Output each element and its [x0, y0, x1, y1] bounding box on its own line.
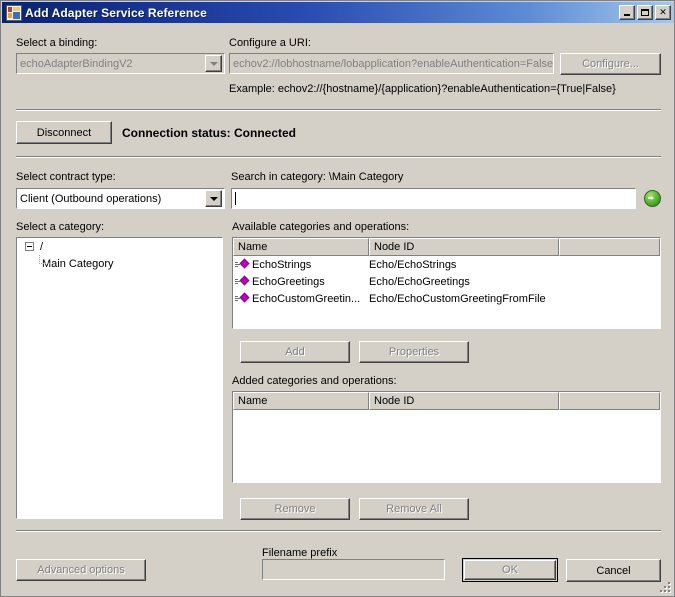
table-row[interactable]: EchoStrings Echo/EchoStrings: [233, 256, 660, 273]
added-label: Added categories and operations:: [232, 375, 397, 387]
column-header-extra[interactable]: [559, 392, 660, 410]
available-label: Available categories and operations:: [232, 221, 410, 233]
binding-label: Select a binding:: [16, 37, 98, 49]
title-bar[interactable]: Add Adapter Service Reference ✕: [2, 2, 674, 23]
column-header-name[interactable]: Name: [233, 392, 369, 410]
window-controls: ✕: [619, 5, 673, 20]
filename-prefix-label: Filename prefix: [262, 547, 338, 559]
tree-node-root[interactable]: /: [17, 238, 222, 255]
advanced-options-button[interactable]: Advanced options: [16, 559, 146, 581]
contract-type-value: Client (Outbound operations): [20, 192, 162, 205]
close-button[interactable]: ✕: [655, 5, 671, 20]
contract-type-combo[interactable]: Client (Outbound operations): [16, 188, 225, 209]
minimize-button[interactable]: [619, 5, 635, 20]
cell-name: EchoGreetings: [233, 275, 369, 289]
filename-prefix-input[interactable]: [262, 559, 445, 580]
cell-name-text: EchoCustomGreetin...: [252, 292, 361, 305]
resize-grip[interactable]: [659, 581, 672, 594]
configure-button[interactable]: Configure...: [560, 53, 661, 75]
disconnect-button[interactable]: Disconnect: [16, 121, 112, 144]
remove-button[interactable]: Remove: [240, 498, 350, 520]
operation-icon: [235, 258, 251, 272]
separator-connection: [16, 156, 661, 158]
text-caret: [235, 192, 236, 205]
available-listview[interactable]: Name Node ID EchoStrings Echo/EchoString…: [232, 237, 661, 329]
window-title: Add Adapter Service Reference: [25, 5, 207, 20]
green-arrow-go-icon[interactable]: [644, 190, 661, 207]
added-listview[interactable]: Name Node ID: [232, 391, 661, 483]
binding-combo-value: echoAdapterBindingV2: [20, 57, 133, 70]
cell-name-text: EchoGreetings: [252, 275, 325, 288]
binding-combo[interactable]: echoAdapterBindingV2: [16, 53, 225, 74]
tree-node-root-label: /: [40, 240, 44, 253]
tree-connector-icon: [39, 255, 53, 272]
uri-example-text: Example: echov2://{hostname}/{applicatio…: [229, 83, 616, 95]
add-adapter-service-reference-dialog: Add Adapter Service Reference ✕ Select a…: [0, 0, 675, 597]
uri-label: Configure a URI:: [229, 37, 311, 49]
separator-top: [16, 109, 661, 111]
available-listview-header: Name Node ID: [233, 238, 660, 256]
operation-icon: [235, 275, 251, 289]
chevron-down-icon[interactable]: [205, 55, 222, 72]
separator-bottom: [16, 530, 661, 532]
cancel-button[interactable]: Cancel: [566, 559, 661, 582]
table-row[interactable]: EchoGreetings Echo/EchoGreetings: [233, 273, 660, 290]
cell-node-id: Echo/EchoGreetings: [369, 275, 470, 288]
cell-name: EchoCustomGreetin...: [233, 292, 369, 306]
cell-node-id: Echo/EchoStrings: [369, 258, 457, 271]
operation-icon: [235, 292, 251, 306]
adapter-service-icon: [6, 4, 22, 21]
cell-node-id: Echo/EchoCustomGreetingFromFile: [369, 292, 546, 305]
tree-node-main-category[interactable]: Main Category: [17, 255, 222, 272]
available-listview-body: EchoStrings Echo/EchoStrings EchoGreetin…: [233, 256, 660, 307]
column-header-extra[interactable]: [559, 238, 660, 256]
category-tree[interactable]: / Main Category: [16, 237, 223, 519]
cell-name: EchoStrings: [233, 258, 369, 272]
ok-button[interactable]: OK: [462, 558, 558, 582]
close-icon: ✕: [659, 7, 667, 17]
uri-input[interactable]: echov2://lobhostname/lobapplication?enab…: [229, 53, 554, 74]
search-category-label: Search in category: \Main Category: [231, 171, 404, 183]
properties-button[interactable]: Properties: [359, 341, 469, 363]
cell-name-text: EchoStrings: [252, 258, 312, 271]
connection-status-label: Connection status: Connected: [122, 126, 297, 140]
added-listview-header: Name Node ID: [233, 392, 660, 410]
column-header-name[interactable]: Name: [233, 238, 369, 256]
add-button[interactable]: Add: [240, 341, 350, 363]
contract-type-label: Select contract type:: [16, 171, 116, 183]
chevron-down-icon[interactable]: [205, 190, 222, 207]
search-input[interactable]: [231, 188, 636, 209]
select-category-label: Select a category:: [16, 221, 105, 233]
table-row[interactable]: EchoCustomGreetin... Echo/EchoCustomGree…: [233, 290, 660, 307]
column-header-node-id[interactable]: Node ID: [369, 238, 559, 256]
collapse-icon[interactable]: [25, 242, 34, 251]
maximize-button[interactable]: [637, 5, 653, 20]
column-header-node-id[interactable]: Node ID: [369, 392, 559, 410]
remove-all-button[interactable]: Remove All: [359, 498, 469, 520]
